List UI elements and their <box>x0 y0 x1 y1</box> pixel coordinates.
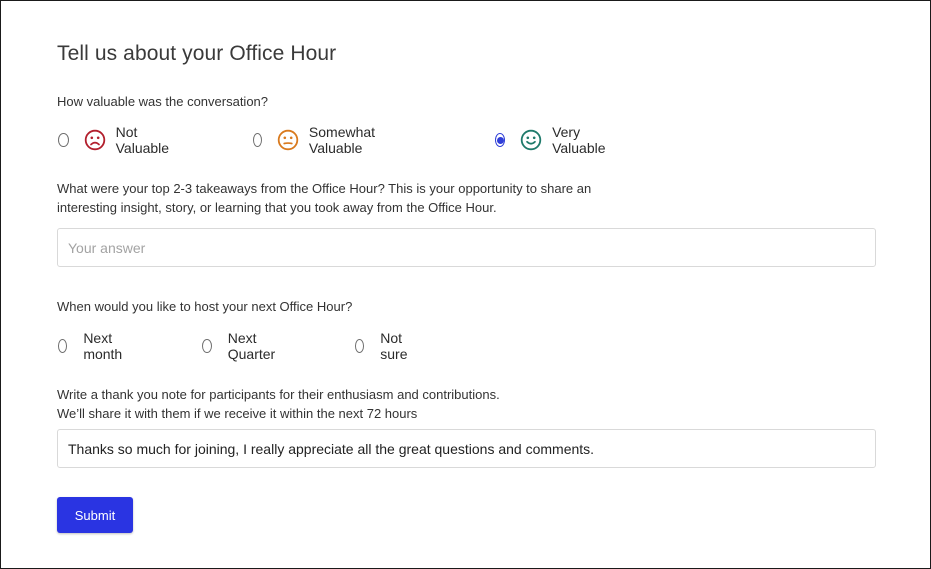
smile-face-icon <box>520 129 542 151</box>
question-value-label: How valuable was the conversation? <box>57 94 269 109</box>
option-label: Next month <box>83 330 123 362</box>
option-label: Very Valuable <box>552 124 606 156</box>
radio-next-quarter[interactable] <box>202 339 212 353</box>
option-label: Somewhat Valuable <box>308 124 376 156</box>
submit-button[interactable]: Submit <box>57 497 133 533</box>
question-thank-you-label: Write a thank you note for participants … <box>57 385 500 423</box>
option-label: Not Valuable <box>115 124 170 156</box>
takeaways-input[interactable] <box>57 228 876 267</box>
option-next-quarter[interactable]: Next Quarter <box>202 330 279 362</box>
question-line: What were your top 2-3 takeaways from th… <box>57 181 592 196</box>
radio-not-sure[interactable] <box>355 339 365 353</box>
question-next-hour-label: When would you like to host your next Of… <box>57 299 353 314</box>
radio-very-valuable[interactable] <box>495 133 506 147</box>
option-label: Next Quarter <box>227 330 276 362</box>
radio-somewhat-valuable[interactable] <box>253 133 262 147</box>
office-hour-form: Tell us about your Office Hour How valua… <box>0 0 931 569</box>
option-not-valuable[interactable]: Not Valuable <box>58 124 172 156</box>
option-label: Not sure <box>380 330 408 362</box>
question-line: Write a thank you note for participants … <box>57 387 500 402</box>
thank-you-note-input[interactable] <box>57 429 876 468</box>
option-next-month[interactable]: Next month <box>58 330 127 362</box>
option-not-sure[interactable]: Not sure <box>355 330 412 362</box>
question-line: interesting insight, story, or learning … <box>57 200 497 215</box>
option-very-valuable[interactable]: Very Valuable <box>495 124 609 156</box>
radio-not-valuable[interactable] <box>58 133 69 147</box>
form-title: Tell us about your Office Hour <box>57 42 337 65</box>
frown-face-icon <box>84 129 106 151</box>
question-takeaways-label: What were your top 2-3 takeaways from th… <box>57 179 591 217</box>
neutral-face-icon <box>277 129 299 151</box>
option-somewhat-valuable[interactable]: Somewhat Valuable <box>253 124 380 156</box>
radio-next-month[interactable] <box>58 339 68 353</box>
question-line: We’ll share it with them if we receive i… <box>57 406 418 421</box>
